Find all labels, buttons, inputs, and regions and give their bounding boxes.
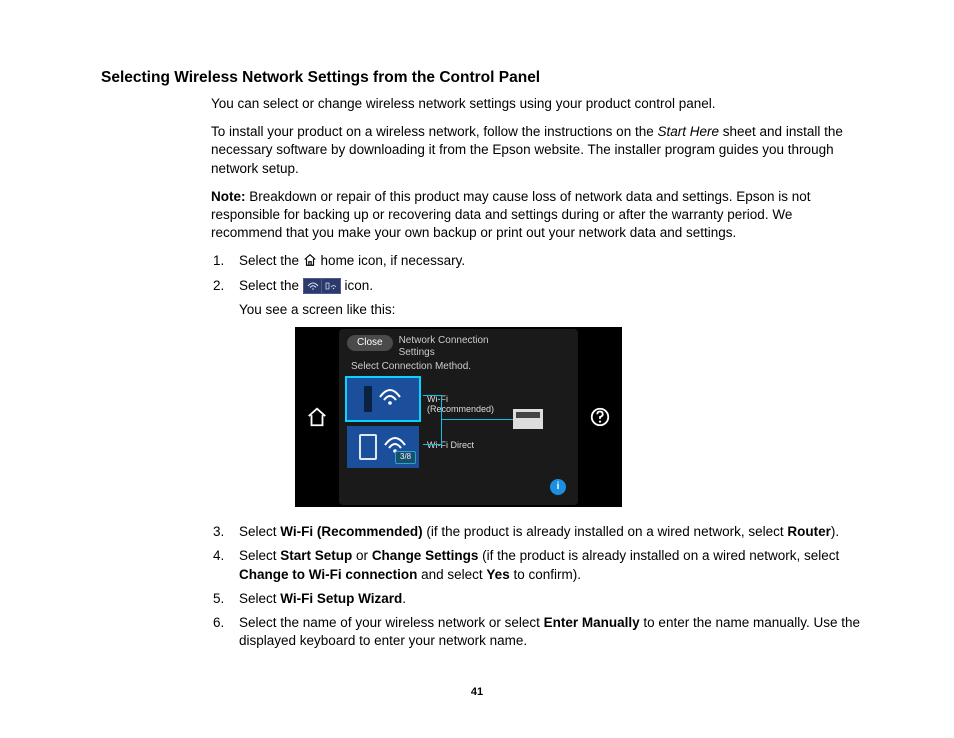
- s4g: and select: [417, 567, 486, 582]
- s4i: to confirm).: [510, 567, 581, 582]
- close-button[interactable]: Close: [347, 335, 393, 351]
- p2-part-a: To install your product on a wireless ne…: [211, 124, 657, 139]
- s3e: ).: [831, 524, 839, 539]
- info-icon[interactable]: i: [550, 479, 566, 495]
- connector-bracket: [423, 395, 442, 445]
- intro-paragraph-1: You can select or change wireless networ…: [211, 95, 864, 113]
- s5c: .: [402, 591, 406, 606]
- printer-dest-icon: [513, 409, 543, 429]
- start-here-name: Start Here: [657, 124, 719, 139]
- s3d: Router: [787, 524, 831, 539]
- wifi-arc-icon: [378, 386, 402, 411]
- note-paragraph: Note: Breakdown or repair of this produc…: [211, 188, 864, 243]
- step-5: Select Wi-Fi Setup Wizard.: [231, 590, 864, 608]
- wifi-arc-icon: [304, 279, 322, 293]
- s6b: Enter Manually: [544, 615, 640, 630]
- step-4: Select Start Setup or Change Settings (i…: [231, 547, 864, 583]
- intro-paragraph-2: To install your product on a wireless ne…: [211, 123, 864, 178]
- option-wifi-recommended-tile[interactable]: [347, 378, 419, 420]
- s4e: (if the product is already installed on …: [478, 548, 839, 563]
- option-wifi-direct-tile[interactable]: 3/8: [347, 426, 419, 468]
- step2-text-a: Select the: [239, 278, 303, 293]
- s4c: or: [352, 548, 372, 563]
- step-list: Select the home icon, if necessary. Sele…: [211, 252, 864, 650]
- step2-subtext: You see a screen like this:: [239, 301, 864, 319]
- s6a: Select the name of your wireless network…: [239, 615, 544, 630]
- router-icon: [364, 386, 372, 412]
- s4f: Change to Wi-Fi connection: [239, 567, 417, 582]
- s4d: Change Settings: [372, 548, 479, 563]
- connector-horizontal: [441, 419, 513, 420]
- note-text: Breakdown or repair of this product may …: [211, 189, 811, 240]
- s4h: Yes: [486, 567, 509, 582]
- s5a: Select: [239, 591, 280, 606]
- step-2: Select the icon. You see a screen like t…: [231, 277, 864, 507]
- step-1: Select the home icon, if necessary.: [231, 252, 864, 270]
- page-badge: 3/8: [395, 451, 416, 464]
- step2-text-b: icon.: [341, 278, 373, 293]
- step1-text-b: home icon, if necessary.: [317, 253, 465, 268]
- step-6: Select the name of your wireless network…: [231, 614, 864, 650]
- device-help-icon: [578, 327, 622, 507]
- s3a: Select: [239, 524, 280, 539]
- page-heading: Selecting Wireless Network Settings from…: [101, 68, 864, 89]
- page-number: 41: [0, 686, 954, 698]
- s4b: Start Setup: [280, 548, 352, 563]
- note-label: Note:: [211, 189, 246, 204]
- s4a: Select: [239, 548, 280, 563]
- s5b: Wi-Fi Setup Wizard: [280, 591, 402, 606]
- device-center-panel: Close Network Connection Settings Select…: [339, 329, 578, 505]
- wifi-status-icon: [303, 278, 341, 294]
- step-3: Select Wi-Fi (Recommended) (if the produ…: [231, 523, 864, 541]
- wifi-direct-icon: [321, 279, 340, 293]
- s3c: (if the product is already installed on …: [423, 524, 788, 539]
- step1-text-a: Select the: [239, 253, 303, 268]
- device-header-title: Network Connection Settings: [399, 335, 489, 358]
- s3b: Wi-Fi (Recommended): [280, 524, 422, 539]
- phone-icon: [359, 434, 377, 460]
- home-icon: [303, 253, 317, 267]
- device-home-icon: [295, 327, 339, 507]
- device-subtitle: Select Connection Method.: [351, 360, 570, 374]
- device-screenshot: Close Network Connection Settings Select…: [295, 327, 622, 507]
